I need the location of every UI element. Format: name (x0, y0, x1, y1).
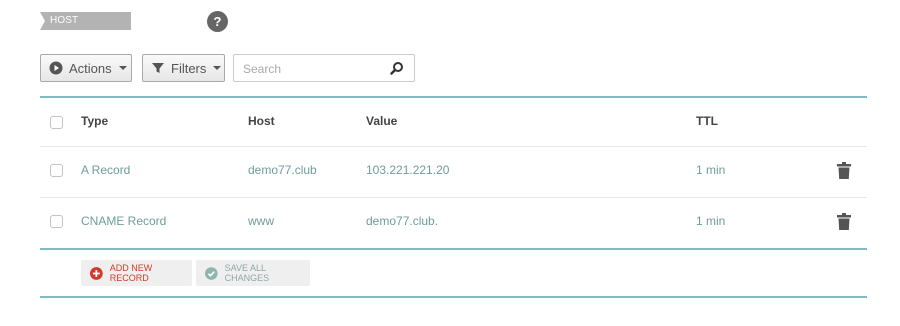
save-all-changes-button[interactable]: SAVE ALL CHANGES (196, 260, 310, 286)
actions-label: Actions (69, 60, 112, 76)
plus-circle-icon (90, 266, 103, 280)
add-new-record-label: ADD NEW RECORD (109, 263, 153, 283)
record-type[interactable]: CNAME Record (81, 214, 166, 228)
section-bottom-rule (40, 296, 867, 298)
record-value[interactable]: 103.221.221.20 (366, 163, 449, 177)
header-divider (40, 146, 867, 147)
record-value[interactable]: demo77.club. (366, 214, 438, 228)
add-new-record-button[interactable]: ADD NEW RECORD (81, 260, 192, 286)
column-header-type: Type (81, 114, 109, 128)
record-ttl[interactable]: 1 min (696, 214, 725, 228)
select-all-checkbox[interactable] (50, 116, 63, 129)
search-icon[interactable] (390, 61, 404, 75)
filters-label: Filters (171, 60, 207, 76)
trash-icon[interactable] (837, 213, 851, 230)
record-host[interactable]: demo77.club (248, 163, 317, 177)
column-header-ttl: TTL (696, 114, 718, 128)
table-bottom-rule (40, 248, 867, 250)
record-host[interactable]: www (248, 214, 274, 228)
check-circle-icon (205, 266, 218, 280)
section-title: HOST RECORDS (40, 12, 131, 44)
chevron-down-icon (213, 66, 222, 70)
column-header-host: Host (248, 114, 275, 128)
record-type[interactable]: A Record (81, 163, 130, 177)
actions-dropdown-button[interactable]: Actions (40, 54, 132, 82)
trash-icon[interactable] (837, 162, 851, 179)
record-ttl[interactable]: 1 min (696, 163, 725, 177)
row-divider (40, 197, 867, 198)
play-circle-icon (49, 61, 63, 75)
search-field[interactable] (233, 54, 415, 82)
row-checkbox[interactable] (50, 215, 63, 228)
filter-icon (152, 63, 164, 73)
table-top-rule (40, 96, 867, 98)
help-icon[interactable]: ? (207, 11, 228, 32)
row-checkbox[interactable] (50, 164, 63, 177)
filters-dropdown-button[interactable]: Filters (142, 54, 225, 82)
search-input[interactable] (241, 56, 385, 82)
save-all-changes-label: SAVE ALL CHANGES (224, 263, 270, 283)
chevron-down-icon (118, 66, 127, 70)
column-header-value: Value (366, 114, 398, 128)
